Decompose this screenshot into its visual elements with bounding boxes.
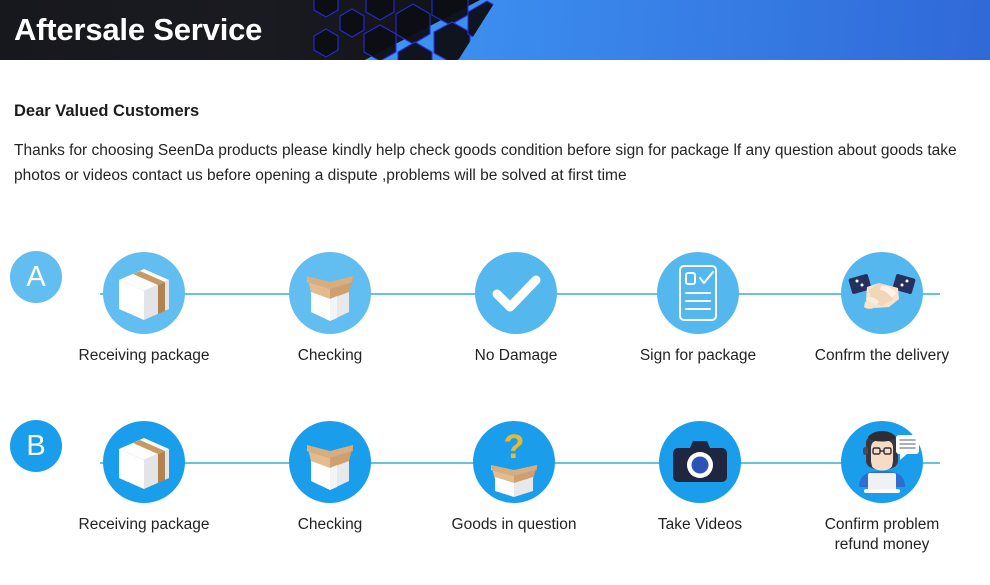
step-b-5[interactable]: Confirm problem refund money [794,415,970,555]
signed-document-icon [657,252,739,334]
step-b-3[interactable]: ? Goods in question [426,415,602,535]
row-b-steps: Receiving package Checking ? Goods in qu… [78,415,982,553]
check-circle-icon [475,252,557,334]
row-badge-a: A [10,251,62,303]
step-b-1[interactable]: Receiving package [56,415,232,535]
step-b-1-label: Receiving package [78,516,210,533]
step-a-3[interactable]: No Damage [428,246,604,366]
handshake-icon [841,252,923,334]
step-b-2[interactable]: Checking [242,415,418,535]
step-b-2-label: Checking [297,516,363,533]
camera-icon [659,421,741,503]
flow-row-b: B Receiving package Checking ? Goods in … [0,415,990,553]
question-box-icon: ? [473,421,555,503]
step-a-5-label: Confrm the delivery [814,347,950,364]
step-a-4[interactable]: Sign for package [610,246,786,366]
intro-heading: Dear Valued Customers [14,102,200,120]
page-header-banner: Aftersale Service [0,0,990,60]
step-a-1[interactable]: Receiving package [56,246,232,366]
intro-body-text: Thanks for choosing SeenDa products plea… [14,142,957,184]
step-a-1-label: Receiving package [78,347,210,364]
step-b-4[interactable]: Take Videos [612,415,788,535]
row-a-steps: Receiving package Checking No Damage Sig… [78,246,982,376]
flow-row-a: A Receiving package Checking No Damage S… [0,246,990,376]
step-a-4-label: Sign for package [639,347,757,364]
step-b-4-label: Take Videos [657,516,743,533]
step-a-5[interactable]: Confrm the delivery [794,246,970,366]
closed-box-icon [103,252,185,334]
open-box-icon [289,252,371,334]
closed-box-icon [103,421,185,503]
step-a-3-label: No Damage [474,347,558,364]
step-b-3-label: Goods in question [451,516,577,533]
support-agent-icon [841,421,923,503]
step-b-5-label: Confirm problem refund money [824,516,940,553]
step-a-2[interactable]: Checking [242,246,418,366]
hexagon-pattern-icon [313,0,500,60]
svg-text:?: ? [504,428,525,466]
row-badge-b: B [10,420,62,472]
step-a-2-label: Checking [297,347,363,364]
open-box-icon [289,421,371,503]
page-title: Aftersale Service [14,12,263,47]
